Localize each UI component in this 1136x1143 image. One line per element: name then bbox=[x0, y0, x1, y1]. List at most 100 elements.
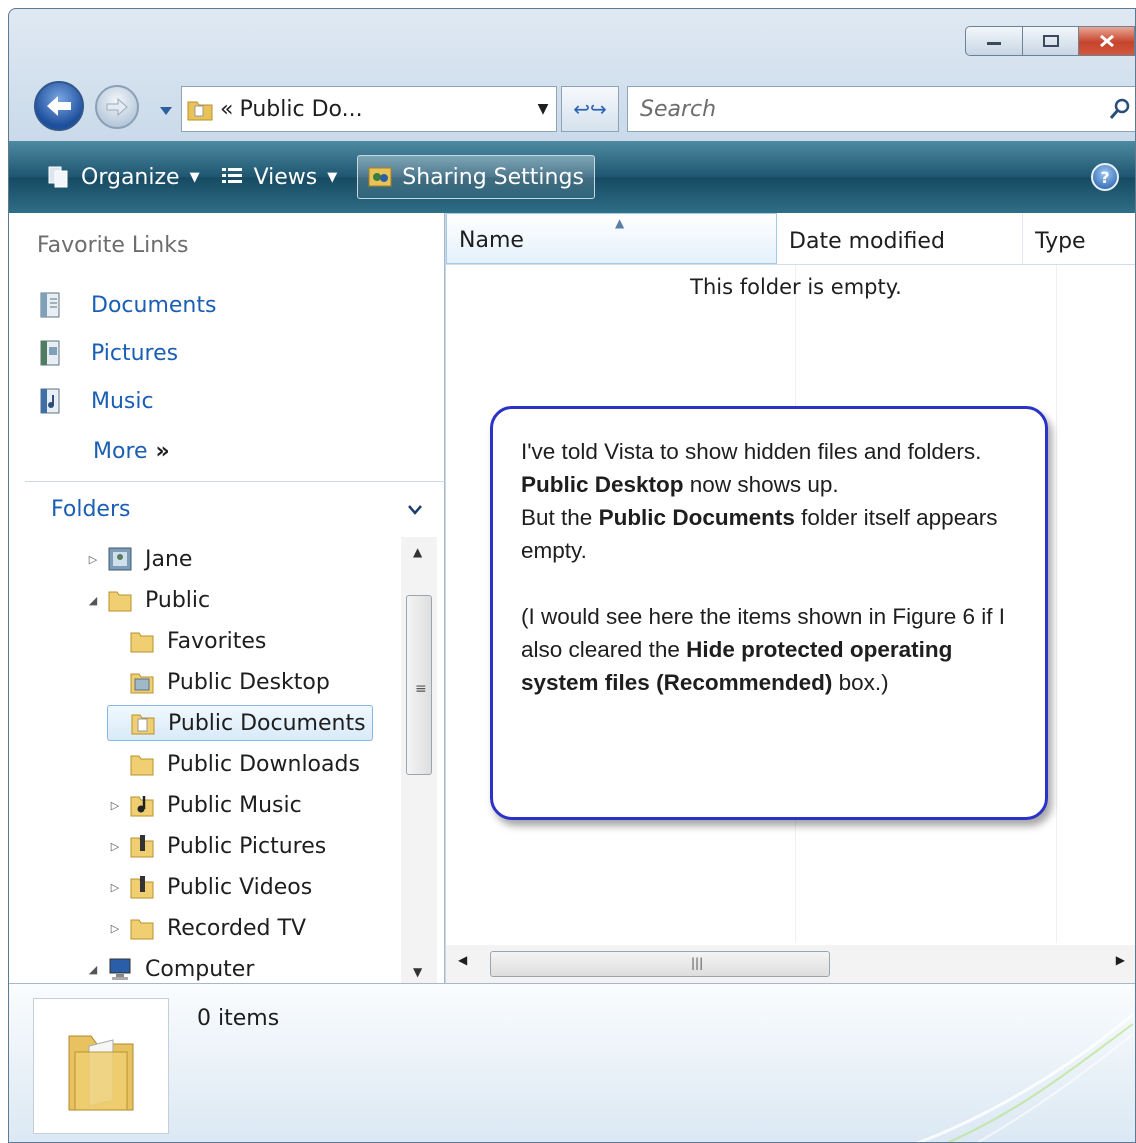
open-folder-icon bbox=[68, 1035, 134, 1111]
expand-arrow-icon[interactable]: ▷ bbox=[107, 840, 123, 853]
column-header-label: Type bbox=[1035, 229, 1086, 254]
chevron-down-icon: ▼ bbox=[189, 169, 200, 185]
close-button[interactable] bbox=[1079, 26, 1135, 56]
sharing-settings-button[interactable]: Sharing Settings bbox=[357, 155, 595, 199]
search-icon[interactable] bbox=[1108, 97, 1136, 121]
minimize-button[interactable] bbox=[965, 26, 1023, 56]
callout-spacer bbox=[521, 567, 1025, 600]
tree-item-label: Recorded TV bbox=[167, 915, 306, 941]
folders-header[interactable]: Folders bbox=[25, 481, 445, 537]
scroll-left-arrow-icon[interactable]: ◀ bbox=[458, 953, 467, 967]
help-icon: ? bbox=[1100, 167, 1110, 187]
callout-line: Public Desktop now shows up. bbox=[521, 468, 1025, 501]
tree-item-label: Public Desktop bbox=[167, 669, 330, 695]
organize-icon bbox=[48, 166, 68, 188]
column-header-type[interactable]: Type bbox=[1023, 213, 1135, 264]
tree-item-favorites[interactable]: Favorites bbox=[107, 623, 266, 659]
expand-arrow-icon[interactable]: ▷ bbox=[107, 799, 123, 812]
organize-label: Organize bbox=[81, 164, 180, 190]
more-label: More bbox=[93, 439, 148, 464]
tree-item-public-desktop[interactable]: Public Desktop bbox=[107, 664, 330, 700]
favorite-link-label: Music bbox=[91, 388, 154, 414]
search-box[interactable]: Search bbox=[627, 86, 1136, 132]
folder-tree-scrollbar[interactable]: ▲ ≡ ▼ bbox=[401, 537, 437, 983]
column-headers: ▲ Name Date modified Type bbox=[446, 213, 1135, 265]
collapse-arrow-icon[interactable]: ◢ bbox=[85, 594, 101, 607]
address-bar[interactable]: « Public Do... ▼ bbox=[181, 86, 557, 132]
maximize-icon bbox=[1042, 35, 1059, 47]
pictures-icon bbox=[40, 340, 60, 366]
scroll-up-arrow-icon[interactable]: ▲ bbox=[413, 545, 422, 559]
expand-arrow-icon[interactable]: ▷ bbox=[85, 553, 101, 566]
navigation-bar: « Public Do... ▼ ↩↪ Search bbox=[9, 74, 1135, 132]
help-button[interactable]: ? bbox=[1091, 163, 1119, 191]
collapse-arrow-icon[interactable]: ◢ bbox=[85, 963, 101, 976]
title-bar bbox=[9, 9, 1135, 69]
tree-item-public-music[interactable]: ▷ Public Music bbox=[107, 787, 302, 823]
scroll-down-arrow-icon[interactable]: ▼ bbox=[413, 965, 422, 979]
favorite-link-pictures[interactable]: Pictures bbox=[39, 339, 178, 367]
expand-arrow-icon[interactable]: ▷ bbox=[107, 881, 123, 894]
pictures-folder-icon bbox=[130, 835, 154, 858]
command-bar: Organize ▼ Views ▼ Sharing Settings ? bbox=[9, 141, 1135, 213]
folders-heading: Folders bbox=[51, 497, 131, 522]
favorite-link-music[interactable]: Music bbox=[39, 387, 154, 415]
address-breadcrumb-chevron[interactable]: « bbox=[220, 97, 233, 122]
videos-folder-icon bbox=[130, 876, 154, 899]
favorite-links-more[interactable]: More » bbox=[93, 439, 170, 464]
back-button[interactable] bbox=[34, 81, 84, 131]
tree-item-label: Computer bbox=[145, 956, 255, 982]
address-text[interactable]: Public Do... bbox=[239, 97, 530, 122]
scrollbar-thumb[interactable]: ||| bbox=[490, 951, 830, 977]
tree-item-jane[interactable]: ▷ Jane bbox=[85, 541, 193, 577]
callout-line: I've told Vista to show hidden files and… bbox=[521, 439, 982, 464]
search-input[interactable]: Search bbox=[640, 97, 1108, 122]
refresh-icon: ↩↪ bbox=[573, 97, 607, 121]
favorite-link-label: Pictures bbox=[91, 340, 179, 366]
close-icon bbox=[1099, 34, 1114, 48]
refresh-button[interactable]: ↩↪ bbox=[561, 86, 619, 132]
folder-thumbnail bbox=[33, 998, 169, 1134]
tree-item-public-documents[interactable]: Public Documents bbox=[107, 705, 373, 741]
recent-pages-dropdown[interactable] bbox=[159, 101, 173, 120]
tree-item-label: Public Documents bbox=[168, 710, 366, 736]
back-arrow-icon bbox=[47, 96, 71, 116]
callout-text: now shows up. bbox=[683, 472, 839, 497]
tree-item-label: Public Music bbox=[167, 792, 302, 818]
callout-bold: Public Desktop bbox=[521, 472, 684, 497]
expand-arrow-icon[interactable]: ▷ bbox=[107, 922, 123, 935]
scrollbar-grip-icon: ||| bbox=[691, 956, 704, 970]
sharing-settings-label: Sharing Settings bbox=[402, 164, 584, 190]
column-header-date-modified[interactable]: Date modified bbox=[777, 213, 1024, 264]
tree-item-public-downloads[interactable]: Public Downloads bbox=[107, 746, 360, 782]
tree-item-public-videos[interactable]: ▷ Public Videos bbox=[107, 869, 312, 905]
file-list-horizontal-scrollbar[interactable]: ◀ ||| ▶ bbox=[446, 945, 1135, 983]
organize-button[interactable]: Organize ▼ bbox=[37, 155, 210, 199]
desktop-folder-icon bbox=[130, 673, 154, 694]
chevron-down-icon[interactable] bbox=[407, 504, 423, 516]
scrollbar-grip-icon: ≡ bbox=[415, 681, 427, 697]
chevron-down-icon bbox=[160, 107, 172, 115]
tree-item-public[interactable]: ◢ Public bbox=[85, 582, 210, 618]
maximize-button[interactable] bbox=[1023, 26, 1079, 56]
address-dropdown[interactable]: ▼ bbox=[530, 101, 556, 117]
tree-item-recorded-tv[interactable]: ▷ Recorded TV bbox=[107, 910, 306, 946]
tree-item-label: Favorites bbox=[167, 628, 267, 654]
folder-icon bbox=[130, 919, 154, 940]
details-pane: 0 items bbox=[9, 983, 1135, 1142]
tree-item-computer[interactable]: ◢ Computer bbox=[85, 951, 255, 987]
column-divider bbox=[1056, 265, 1057, 943]
favorite-link-documents[interactable]: Documents bbox=[39, 291, 216, 319]
documents-folder-icon bbox=[187, 101, 213, 121]
tree-item-label: Public Pictures bbox=[167, 833, 327, 859]
forward-button[interactable] bbox=[95, 85, 139, 129]
minimize-icon bbox=[987, 42, 1001, 45]
views-button[interactable]: Views ▼ bbox=[210, 155, 348, 199]
tree-item-public-pictures[interactable]: ▷ Public Pictures bbox=[107, 828, 326, 864]
sort-ascending-icon: ▲ bbox=[615, 216, 625, 230]
favorite-links-heading: Favorite Links bbox=[37, 233, 189, 258]
column-header-name[interactable]: ▲ Name bbox=[446, 213, 778, 264]
scroll-right-arrow-icon[interactable]: ▶ bbox=[1116, 953, 1125, 967]
music-icon bbox=[40, 388, 60, 414]
folder-tree: ▷ Jane ◢ Public Favorites Public Desktop bbox=[25, 537, 401, 983]
